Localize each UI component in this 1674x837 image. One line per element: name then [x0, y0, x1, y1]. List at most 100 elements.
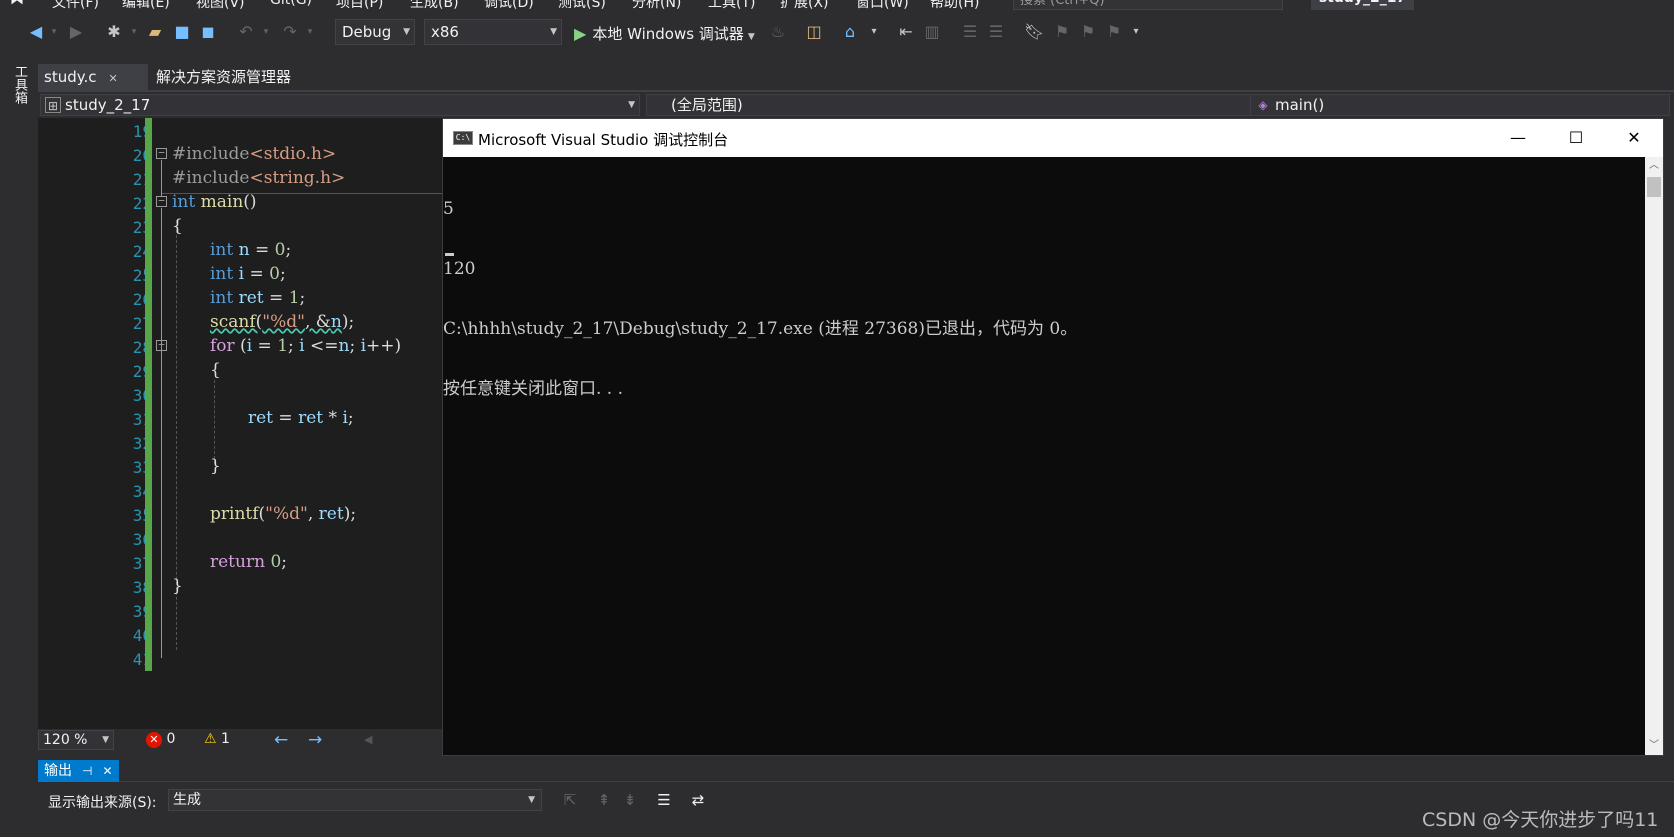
zoom-dropdown[interactable]: 120 % ▼: [38, 730, 114, 750]
next-issue-icon[interactable]: →: [308, 730, 322, 750]
output-tab[interactable]: 输出 ⊣ ✕: [38, 760, 119, 782]
redo-dropdown-icon[interactable]: ▾: [300, 22, 320, 42]
close-icon[interactable]: ✕: [102, 764, 112, 778]
word-wrap-icon[interactable]: ⇄: [688, 790, 708, 810]
code-line-29: {: [210, 360, 221, 380]
bookmark-icon[interactable]: 🔖︎: [1024, 22, 1044, 42]
next-message-icon[interactable]: ⇟: [620, 790, 640, 810]
code-line-33: }: [210, 456, 221, 476]
error-count[interactable]: ✕ 0: [146, 731, 175, 748]
chevron-down-icon: ▼: [628, 100, 635, 110]
toolbox-label[interactable]: 工具箱: [10, 65, 29, 104]
close-icon[interactable]: ✕: [1605, 119, 1663, 157]
platform-value: x86: [431, 23, 459, 41]
undo-dropdown-icon[interactable]: ▾: [256, 22, 276, 42]
menu-build[interactable]: 生成(B): [410, 0, 459, 10]
output-source-select[interactable]: 生成 ▼: [168, 789, 542, 811]
start-debugging-button[interactable]: ▶ 本地 Windows 调试器 ▼: [574, 23, 755, 43]
menu-window[interactable]: 窗口(W): [856, 0, 909, 10]
find-message-icon[interactable]: ⇱: [560, 790, 580, 810]
collapse-icon[interactable]: −: [156, 195, 167, 207]
previous-message-icon[interactable]: ⇞: [594, 790, 614, 810]
chevron-down-icon: ▼: [550, 27, 557, 37]
open-folder-icon[interactable]: ▰: [145, 22, 165, 42]
scroll-up-icon[interactable]: ︿: [1645, 157, 1663, 175]
toolbar-dropdown-icon[interactable]: ▾: [864, 22, 884, 42]
pin-icon[interactable]: ⊣: [82, 764, 92, 778]
step-icon[interactable]: ⇤: [896, 22, 916, 42]
project-value: study_2_17: [65, 96, 151, 114]
console-scrollbar[interactable]: ︿ ﹀: [1645, 157, 1663, 755]
tab-solution-explorer[interactable]: 解决方案资源管理器: [150, 64, 297, 90]
back-icon[interactable]: ◀: [26, 22, 46, 42]
code-editor[interactable]: 19 20 21 22 23 24 25 26 27 28 29 30 31 3…: [38, 118, 442, 729]
line-number: 35: [132, 506, 152, 525]
tab-study-c[interactable]: study.c ✕: [38, 64, 148, 90]
menu-project[interactable]: 项目(P): [336, 0, 383, 10]
member-dropdown[interactable]: ◈ main(): [1250, 94, 1670, 116]
menu-help[interactable]: 帮助(H): [930, 0, 979, 10]
undo-icon[interactable]: ↶: [236, 22, 256, 42]
close-icon[interactable]: ✕: [108, 72, 117, 85]
save-icon[interactable]: ■: [172, 22, 192, 42]
menu-analyze[interactable]: 分析(N): [632, 0, 681, 10]
member-value: main(): [1275, 96, 1325, 114]
prev-bookmark-icon[interactable]: ⚑: [1052, 22, 1072, 42]
output-header: 输出 ⊣ ✕: [38, 760, 1674, 782]
forward-icon[interactable]: ▶: [66, 22, 86, 42]
menu-tools[interactable]: 工具(T): [708, 0, 755, 10]
scroll-down-icon[interactable]: ﹀: [1645, 737, 1663, 755]
line-number: 26: [132, 290, 152, 309]
debug-console-window[interactable]: C:\ Microsoft Visual Studio 调试控制台 — ☐ ✕ …: [442, 118, 1664, 756]
browse-icon[interactable]: ⌂: [840, 22, 860, 42]
maximize-icon[interactable]: ☐: [1547, 119, 1605, 157]
redo-icon[interactable]: ↷: [280, 22, 300, 42]
collapse-icon[interactable]: −: [156, 147, 167, 159]
console-titlebar[interactable]: C:\ Microsoft Visual Studio 调试控制台 — ☐ ✕: [443, 119, 1663, 157]
save-all-icon[interactable]: ◼: [198, 22, 218, 42]
output-title: 输出: [44, 763, 72, 779]
menu-view[interactable]: 视图(V): [196, 0, 245, 10]
output-source-value: 生成: [173, 792, 201, 808]
back-dropdown-icon[interactable]: ▾: [44, 22, 64, 42]
collapse-icon[interactable]: −: [156, 339, 167, 351]
config-select[interactable]: Debug ▼: [335, 19, 415, 45]
previous-issue-icon[interactable]: ←: [274, 730, 288, 750]
menu-debug[interactable]: 调试(D): [484, 0, 534, 10]
clear-bookmarks-icon[interactable]: ⚑: [1104, 22, 1124, 42]
scroll-thumb[interactable]: [1647, 177, 1661, 197]
platform-select[interactable]: x86 ▼: [424, 19, 562, 45]
tab-label: study.c: [44, 68, 97, 86]
menu-test[interactable]: 测试(S): [558, 0, 606, 10]
next-bookmark-icon[interactable]: ⚑: [1078, 22, 1098, 42]
scope-dropdown[interactable]: (全局范围) ▼: [646, 94, 1284, 116]
code-line-26: int ret = 1;: [210, 288, 306, 308]
line-number: 41: [132, 650, 152, 669]
console-cursor: [445, 253, 454, 256]
clear-all-icon[interactable]: ☰: [654, 790, 674, 810]
find-in-files-icon[interactable]: ◫: [804, 22, 824, 42]
scroll-left-icon[interactable]: ◀: [364, 733, 372, 746]
menu-edit[interactable]: 编辑(E): [122, 0, 170, 10]
line-number: 23: [132, 218, 152, 237]
new-dropdown-icon[interactable]: ▾: [124, 22, 144, 42]
new-project-icon[interactable]: ✱: [104, 22, 124, 42]
project-dropdown[interactable]: ⊞ study_2_17 ▼: [40, 94, 640, 116]
toolbox-strip[interactable]: 工具箱: [0, 60, 36, 837]
line-number: 31: [132, 410, 152, 429]
menu-file[interactable]: 文件(F): [52, 0, 99, 10]
minimize-icon[interactable]: —: [1489, 119, 1547, 157]
code-line-35: printf("%d", ret);: [210, 504, 357, 524]
toolbar-overflow-icon[interactable]: ▾: [1126, 22, 1146, 42]
hot-reload-icon[interactable]: ♨: [768, 22, 788, 42]
indent-icon[interactable]: ☰: [986, 22, 1006, 42]
menu-git[interactable]: Git(G): [270, 0, 312, 8]
split-icon[interactable]: ▥: [922, 22, 942, 42]
outdent-icon[interactable]: ☰: [960, 22, 980, 42]
search-input[interactable]: 搜索 (Ctrl+Q): [1013, 0, 1283, 10]
solution-name: study_2_17: [1311, 0, 1414, 10]
vs-logo-icon[interactable]: ⧓: [10, 0, 24, 8]
function-icon: ◈: [1258, 98, 1268, 112]
warning-count[interactable]: ⚠ 1: [204, 731, 230, 747]
menu-extensions[interactable]: 扩展(X): [780, 0, 829, 10]
